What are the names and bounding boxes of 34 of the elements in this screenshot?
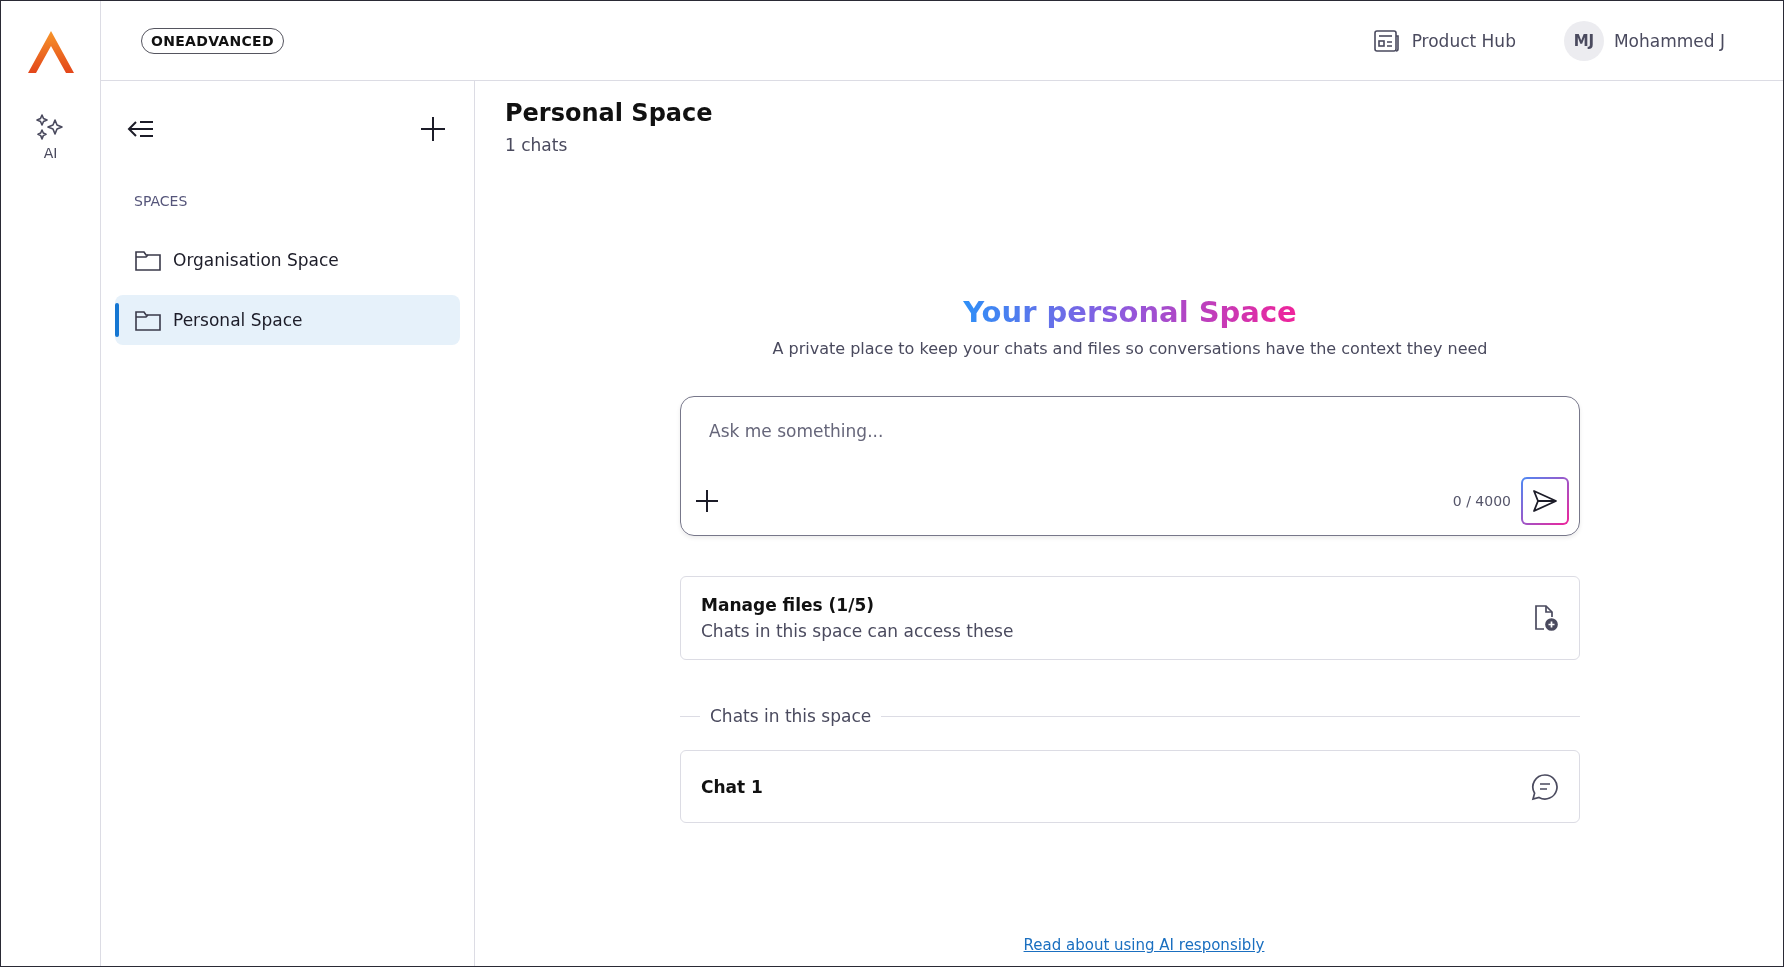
page-title: Personal Space bbox=[505, 99, 714, 127]
section-heading: SPACES bbox=[134, 193, 189, 209]
folder-icon bbox=[135, 309, 161, 331]
chat-count: 1 chats bbox=[505, 135, 569, 155]
character-counter: 0 / 4000 bbox=[1452, 493, 1511, 509]
plus-icon bbox=[420, 116, 446, 142]
attach-button[interactable] bbox=[695, 489, 719, 513]
section-heading: Chats in this space bbox=[710, 706, 872, 726]
files-title: Manage files (1/5) bbox=[701, 595, 875, 615]
send-button[interactable] bbox=[1521, 477, 1569, 525]
chat-title: Chat 1 bbox=[701, 776, 763, 797]
space-item[interactable]: Organisation Space bbox=[115, 235, 460, 285]
user-menu-button[interactable]: MJ Mohammed J bbox=[1563, 20, 1725, 61]
responsible-ai-link[interactable]: Read about using AI responsibly bbox=[1023, 936, 1265, 954]
files-description: Chats in this space can access these bbox=[701, 621, 1014, 641]
newspaper-icon bbox=[1373, 29, 1400, 52]
file-add-icon bbox=[1533, 604, 1559, 632]
new-space-button[interactable] bbox=[420, 116, 446, 142]
avatar-initials: MJ bbox=[1563, 20, 1604, 61]
collapse-sidebar-button[interactable] bbox=[127, 118, 155, 140]
hero-description: A private place to keep your chats and files so conversations have the context they need bbox=[772, 339, 1488, 358]
chat-bubble-icon bbox=[1531, 772, 1559, 801]
logo-icon bbox=[27, 31, 74, 73]
product-hub-link[interactable]: Product Hub bbox=[1373, 29, 1516, 52]
plus-icon bbox=[695, 489, 719, 513]
manage-files-card[interactable]: Manage files (1/5) Chats in this space can access these bbox=[680, 576, 1580, 660]
sparkles-icon bbox=[35, 113, 66, 141]
message-composer[interactable]: Ask me something... 0 / 4000 bbox=[680, 396, 1580, 536]
space-item[interactable]: Personal Space bbox=[115, 295, 460, 345]
folder-icon bbox=[135, 249, 161, 271]
collapse-icon bbox=[127, 118, 155, 140]
ai-nav-button[interactable]: AI bbox=[35, 113, 66, 161]
send-icon bbox=[1532, 489, 1558, 513]
chat-card[interactable]: Chat 1 bbox=[680, 750, 1580, 823]
